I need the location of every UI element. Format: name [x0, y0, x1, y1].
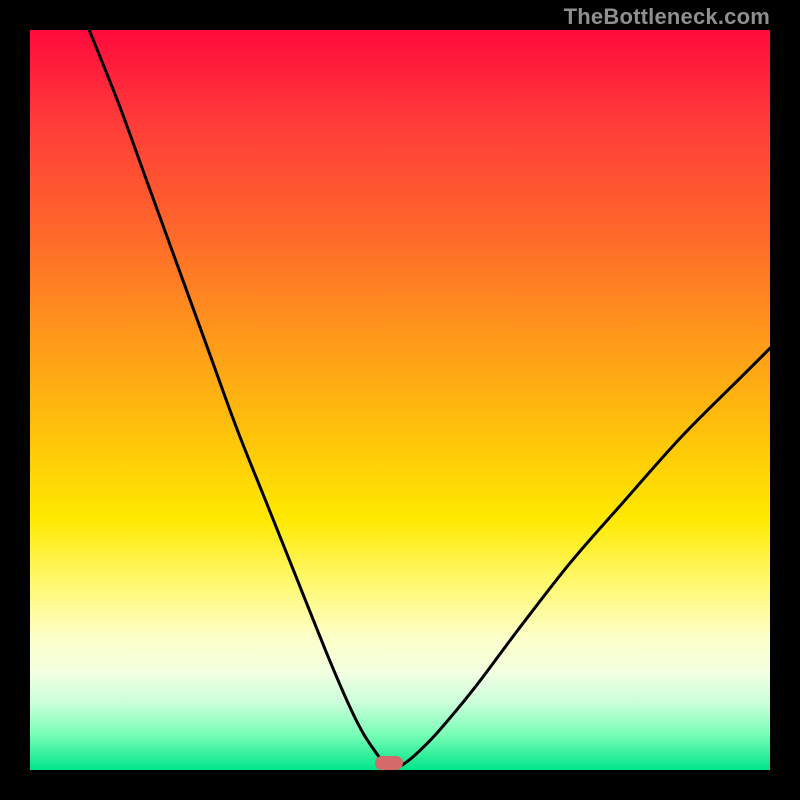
optimal-point-marker	[375, 756, 403, 770]
plot-area	[30, 30, 770, 770]
chart-frame: TheBottleneck.com	[0, 0, 800, 800]
bottleneck-curve	[30, 30, 770, 770]
watermark-label: TheBottleneck.com	[564, 4, 770, 30]
